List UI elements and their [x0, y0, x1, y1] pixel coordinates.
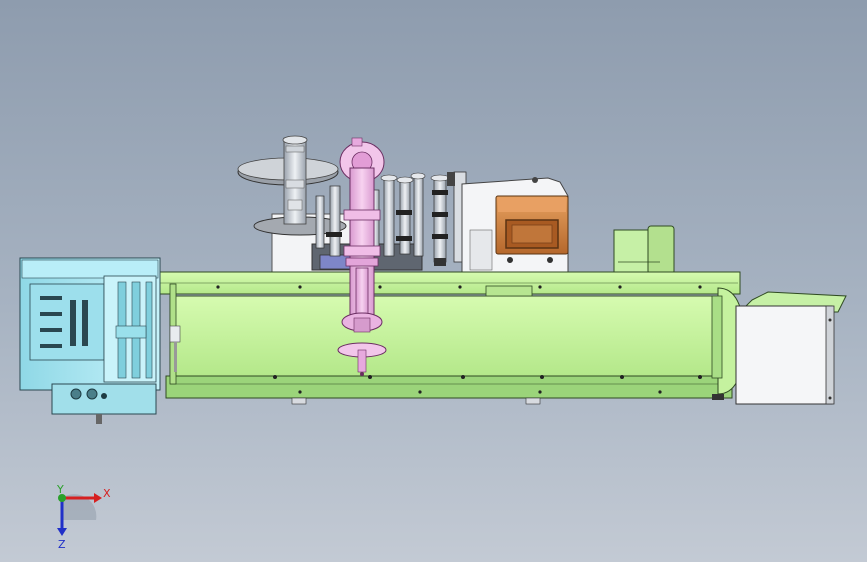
- control-box-knob: [507, 257, 513, 263]
- conveyor-main-plate: [169, 295, 719, 377]
- control-box-top: [498, 198, 566, 212]
- printer-side-panel: [469, 229, 493, 271]
- conveyor-foot: [291, 397, 307, 405]
- reel-hub-cap: [282, 135, 308, 145]
- reel-hub-ring: [287, 199, 303, 211]
- side-guide: [485, 285, 533, 297]
- conveyor-foot: [525, 397, 541, 405]
- control-box-knob: [547, 257, 553, 263]
- conveyor-bottom-rail: [165, 375, 733, 399]
- infeed-window: [29, 283, 105, 361]
- z-axis-arrowhead: [57, 528, 67, 536]
- infeed-top: [21, 259, 159, 279]
- control-box[interactable]: [495, 195, 569, 263]
- infeed-sensor-rod: [174, 342, 177, 372]
- infeed-knob[interactable]: [86, 388, 98, 400]
- reel-hub-ring: [285, 145, 305, 153]
- infeed-knob[interactable]: [70, 388, 82, 400]
- z-axis-label: Z: [58, 538, 66, 551]
- infeed-unit[interactable]: [19, 257, 181, 424]
- outfeed-table: [735, 291, 847, 405]
- x-axis-arrowhead: [94, 493, 102, 503]
- coordinate-triad: X Y Z: [56, 483, 111, 551]
- conveyor-frame[interactable]: [157, 271, 745, 405]
- x-axis-label: X: [103, 487, 111, 500]
- bracket-clamp: [447, 172, 455, 186]
- infeed-sensor: [169, 325, 181, 343]
- conveyor-foot: [712, 394, 724, 400]
- infeed-foot: [96, 414, 102, 424]
- control-box-screen: [511, 224, 553, 244]
- spindle-collar: [345, 257, 379, 267]
- spindle-collar: [343, 245, 381, 257]
- cad-viewport[interactable]: X Y Z: [0, 0, 867, 562]
- drive-motor: [613, 225, 675, 275]
- printer-screw: [532, 177, 538, 183]
- y-axis-label: Y: [56, 483, 64, 496]
- infeed-knob[interactable]: [101, 393, 107, 399]
- spindle-collar: [343, 209, 381, 221]
- reel-hub-ring: [285, 179, 305, 189]
